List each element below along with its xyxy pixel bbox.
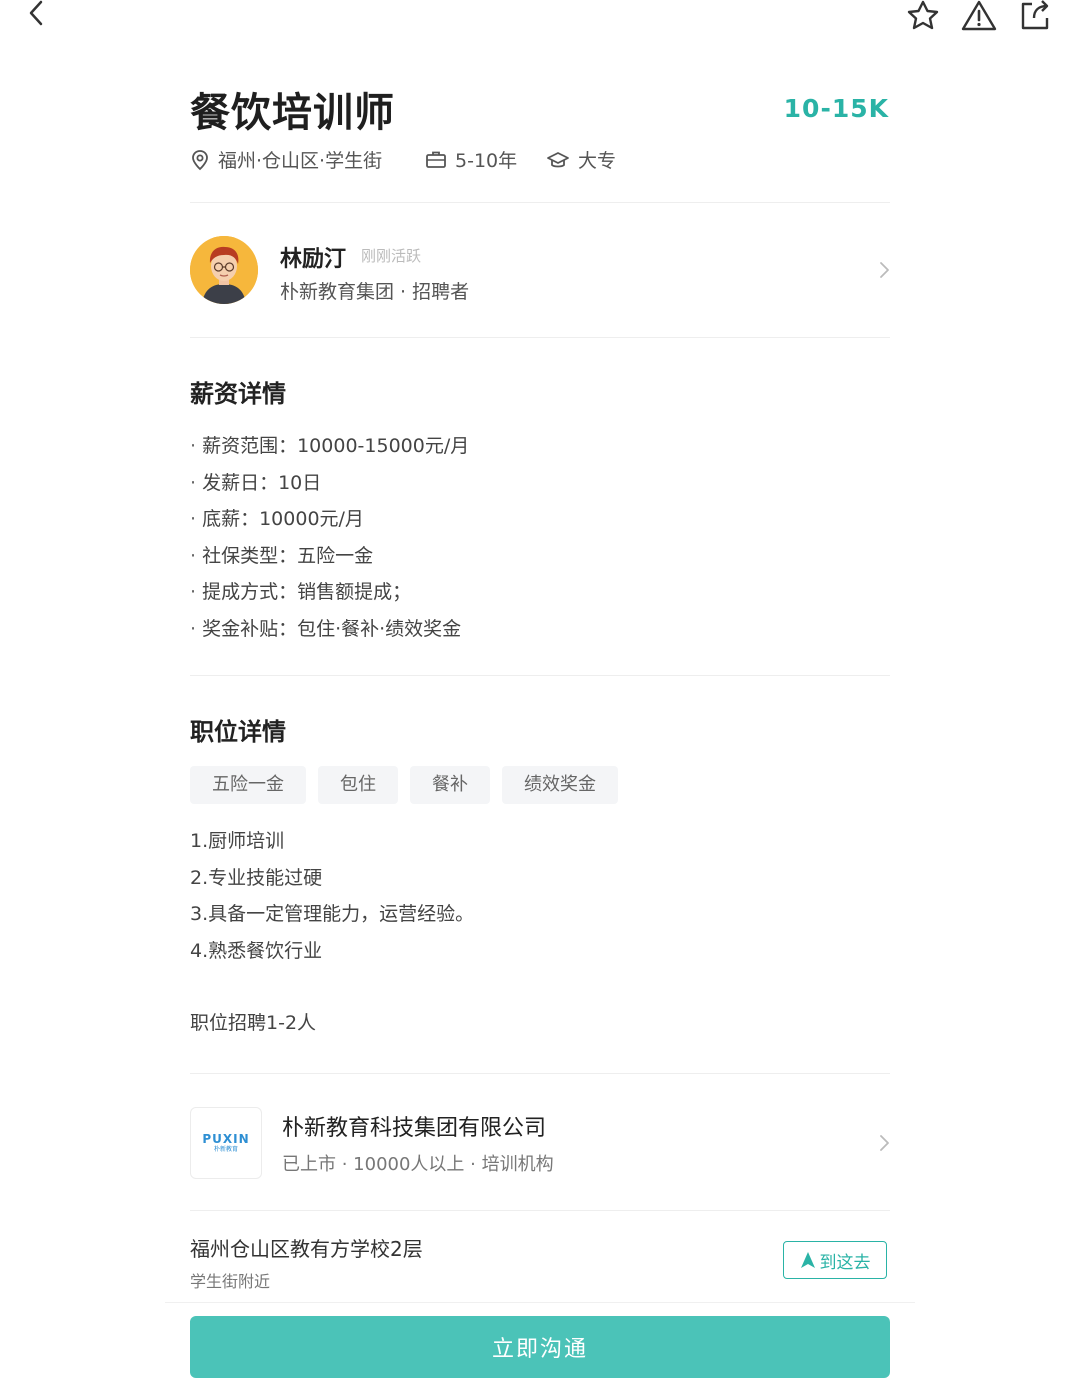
- work-address-hint: 学生街附近: [190, 1272, 271, 1291]
- company-subtitle: 已上市 · 10000人以上 · 培训机构: [282, 1154, 554, 1175]
- warning-icon: [961, 0, 997, 31]
- salary-range: 10-15K: [783, 94, 889, 123]
- experience-meta: 5-10年: [425, 146, 517, 173]
- chevron-right-icon: [880, 262, 889, 278]
- salary-details-list: 薪资范围：10000-15000元/月 发薪日：10日 底薪：10000元/月 …: [190, 428, 469, 648]
- recruit-count: 职位招聘1-2人: [190, 1012, 317, 1034]
- divider: [190, 337, 890, 338]
- list-item: 2.专业技能过硬: [190, 866, 323, 889]
- location-pin-icon: [192, 149, 208, 170]
- tag: 餐补: [410, 766, 490, 804]
- recruiter-name: 林励汀: [280, 247, 347, 272]
- divider: [165, 1302, 915, 1303]
- recruiter-active-status: 刚刚活跃: [361, 247, 422, 265]
- chevron-right-icon: [880, 1135, 889, 1151]
- job-details-title: 职位详情: [190, 718, 286, 746]
- location-text: 福州·仓山区·学生街: [218, 150, 383, 172]
- chat-now-button[interactable]: 立即沟通: [190, 1316, 890, 1378]
- share-icon: [1021, 0, 1049, 30]
- experience-text: 5-10年: [455, 150, 518, 172]
- tag: 包住: [318, 766, 398, 804]
- list-item: 底薪：10000元/月: [190, 501, 469, 538]
- briefcase-icon: [426, 151, 446, 168]
- list-item: 3.具备一定管理能力，运营经验。: [190, 903, 475, 926]
- education-meta: 大专: [546, 146, 616, 173]
- job-title: 餐饮培训师: [190, 90, 395, 136]
- list-item: 奖金补贴：包住·餐补·绩效奖金: [190, 611, 469, 648]
- star-icon: [907, 0, 939, 30]
- divider: [190, 202, 890, 203]
- list-item: 发薪日：10日: [190, 465, 469, 502]
- divider: [190, 1073, 890, 1074]
- education-text: 大专: [578, 150, 617, 172]
- list-item: 1.厨师培训: [190, 830, 285, 852]
- recruiter-subtitle: 朴新教育集团 · 招聘者: [280, 281, 470, 303]
- logo-subtext: 朴新教育: [213, 1146, 238, 1153]
- chevron-left-icon: [29, 0, 43, 26]
- back-button[interactable]: [24, 0, 48, 32]
- list-item: 社保类型：五险一金: [190, 538, 469, 575]
- divider: [190, 1210, 890, 1211]
- company-logo: PUXIN 朴新教育: [190, 1107, 262, 1179]
- avatar: [190, 236, 258, 304]
- list-item: 4.熟悉餐饮行业: [190, 939, 323, 962]
- navigate-button[interactable]: 到这去: [783, 1241, 887, 1279]
- graduation-cap-icon: [547, 151, 569, 167]
- tag: 绩效奖金: [502, 766, 618, 804]
- report-button[interactable]: [960, 0, 998, 36]
- divider: [190, 675, 890, 676]
- company-name: 朴新教育科技集团有限公司: [282, 1116, 547, 1141]
- list-item: 薪资范围：10000-15000元/月: [190, 428, 469, 465]
- tag: 五险一金: [190, 766, 306, 804]
- favorite-button[interactable]: [905, 0, 941, 36]
- list-item: 提成方式：销售额提成；: [190, 574, 469, 611]
- navigate-label: 到这去: [819, 1252, 871, 1273]
- logo-text: PUXIN: [202, 1132, 250, 1146]
- work-address: 福州仓山区教有方学校2层: [190, 1237, 423, 1261]
- navigation-arrow-icon: [800, 1252, 815, 1268]
- chat-now-label: 立即沟通: [491, 1337, 588, 1362]
- job-requirements: 1.厨师培训 2.专业技能过硬 3.具备一定管理能力，运营经验。 4.熟悉餐饮行…: [190, 823, 474, 969]
- share-button[interactable]: [1018, 0, 1052, 36]
- benefit-tags: 五险一金 包住 餐补 绩效奖金: [190, 766, 618, 804]
- location-meta: 福州·仓山区·学生街: [190, 146, 382, 173]
- salary-details-title: 薪资详情: [190, 380, 286, 408]
